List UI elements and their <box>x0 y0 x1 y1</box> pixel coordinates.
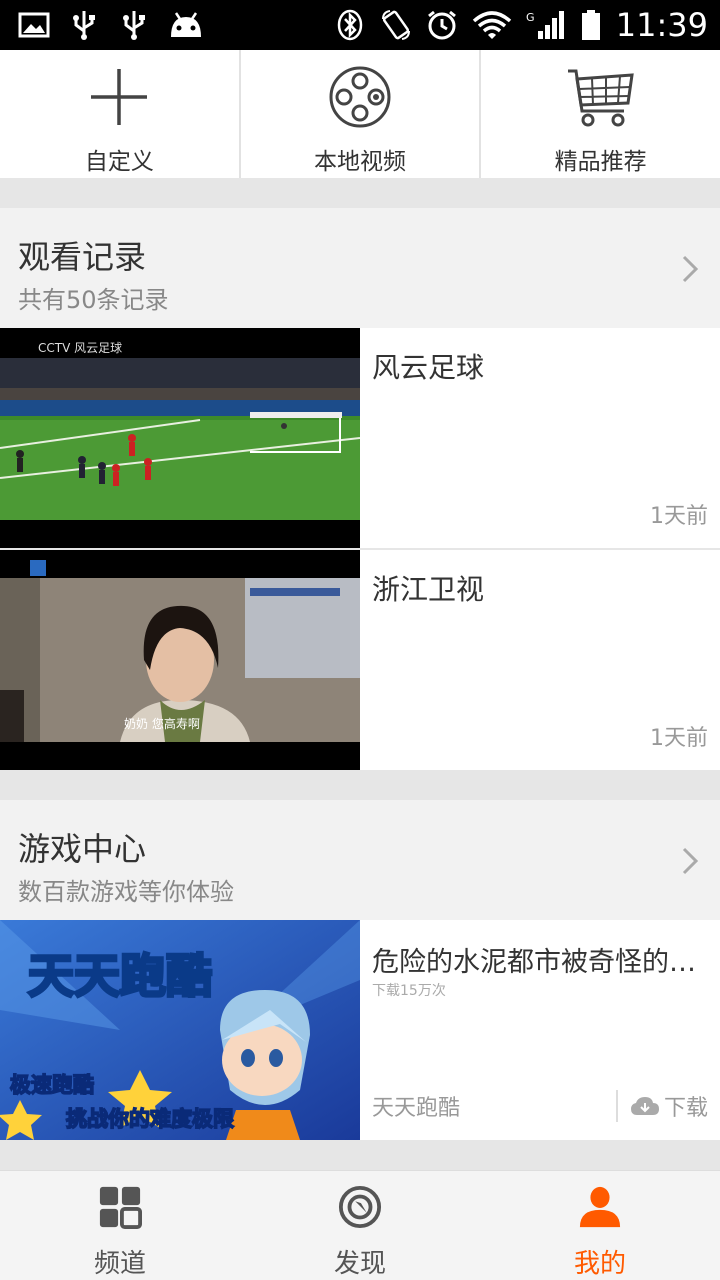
game-description: 危险的水泥都市被奇怪的… <box>372 947 696 978</box>
history-item-time: 1天前 <box>650 726 708 751</box>
tab-discover[interactable]: 发现 <box>240 1171 480 1280</box>
usb-icon <box>73 11 95 40</box>
history-item-zhejiang[interactable]: 奶奶 您高寿啊 浙江卫视 1天前 <box>0 550 720 770</box>
thumb-caption: 奶奶 您高寿啊 <box>124 716 200 731</box>
banner-line2: 挑战你的难度极限 <box>66 1107 234 1131</box>
local-video-button[interactable]: 本地视频 <box>241 50 482 178</box>
bottom-nav: 频道 发现 我的 <box>0 1170 720 1280</box>
status-bar: G 11:39 <box>0 0 720 50</box>
game-center-header[interactable]: 游戏中心 数百款游戏等你体验 <box>0 800 720 920</box>
chevron-right-icon <box>682 847 699 875</box>
chevron-right-icon <box>682 255 699 283</box>
video-thumbnail: CCTV 风云足球 <box>0 328 360 548</box>
cart-icon <box>567 69 634 127</box>
film-reel-icon <box>329 66 391 128</box>
tab-discover-label: 发现 <box>333 1249 386 1279</box>
download-label: 下载 <box>663 1096 708 1121</box>
history-item-time: 1天前 <box>650 504 708 529</box>
history-item-title: 风云足球 <box>372 351 485 384</box>
battery-icon <box>581 10 600 40</box>
tab-mine[interactable]: 我的 <box>480 1171 720 1280</box>
banner-line1: 极速跑酷 <box>10 1073 94 1097</box>
history-header[interactable]: 观看记录 共有50条记录 <box>0 208 720 328</box>
quick-actions: 自定义 本地视频 精品推荐 <box>0 50 720 178</box>
usb-icon <box>123 11 145 40</box>
bluetooth-icon <box>337 9 363 41</box>
tab-channels[interactable]: 频道 <box>0 1171 240 1280</box>
clock: 11:39 <box>615 6 708 44</box>
alarm-icon <box>427 10 456 40</box>
game-download-count: 下载15万次 <box>372 983 446 999</box>
history-item-football[interactable]: CCTV 风云足球 风云足球 1天前 <box>0 328 720 548</box>
featured-button[interactable]: 精品推荐 <box>481 50 720 178</box>
wifi-icon <box>472 11 511 39</box>
game-item[interactable]: 天天跑酷 极速跑酷 挑战你的难度极限 危险的水泥都市被奇怪的… 下载15万次 天… <box>0 920 720 1140</box>
history-subtitle: 共有50条记录 <box>18 286 169 314</box>
game-name: 天天跑酷 <box>372 1096 461 1121</box>
game-banner: 天天跑酷 极速跑酷 挑战你的难度极限 <box>0 920 360 1140</box>
game-center-title: 游戏中心 <box>18 830 147 868</box>
game-center-subtitle: 数百款游戏等你体验 <box>18 878 234 906</box>
history-item-title: 浙江卫视 <box>372 573 485 606</box>
download-button[interactable]: 下载 <box>615 1090 708 1122</box>
android-icon <box>171 12 201 37</box>
video-thumbnail: 奶奶 您高寿啊 <box>0 550 360 770</box>
cloud-download-icon <box>630 1097 659 1115</box>
svg-text:G: G <box>526 11 535 24</box>
custom-button[interactable]: 自定义 <box>0 50 241 178</box>
local-video-label: 本地视频 <box>314 149 406 175</box>
plus-icon <box>91 69 148 125</box>
tab-channels-label: 频道 <box>93 1249 146 1279</box>
tab-mine-label: 我的 <box>573 1249 626 1279</box>
rotate-icon <box>381 10 410 40</box>
user-icon <box>579 1186 621 1228</box>
compass-icon <box>338 1185 382 1229</box>
grid-icon <box>99 1186 142 1229</box>
thumb-caption: CCTV 风云足球 <box>38 341 122 355</box>
gallery-icon <box>18 12 50 38</box>
banner-title: 天天跑酷 <box>28 949 212 1003</box>
signal-icon: G <box>526 11 564 39</box>
history-title: 观看记录 <box>18 238 147 276</box>
custom-label: 自定义 <box>84 149 154 175</box>
featured-label: 精品推荐 <box>554 149 647 175</box>
